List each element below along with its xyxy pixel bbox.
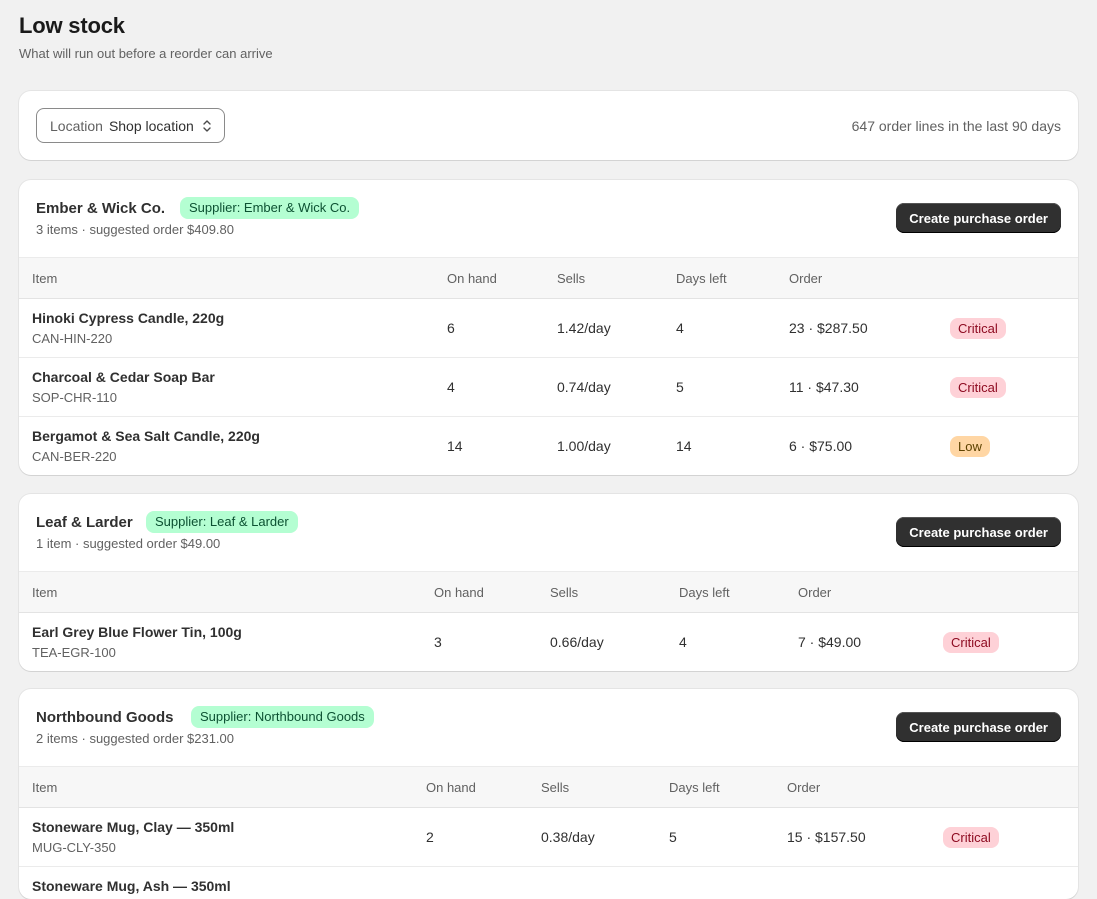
table-row[interactable]: Charcoal & Cedar Soap Bar SOP-CHR-110 4 0… — [19, 358, 1078, 417]
supplier-card-northbound: Northbound Goods Supplier: Northbound Go… — [19, 689, 1078, 899]
supplier-card-leaf-larder: Leaf & Larder Supplier: Leaf & Larder 1 … — [19, 494, 1078, 671]
column-header-on-hand: On hand — [426, 767, 541, 808]
low-stock-table: Item On hand Sells Days left Order Stone… — [19, 766, 1078, 899]
table-header-row: Item On hand Sells Days left Order — [19, 258, 1078, 299]
create-purchase-order-button[interactable]: Create purchase order — [896, 712, 1061, 742]
days-left-value: 4 — [679, 613, 798, 672]
column-header-order: Order — [798, 572, 943, 613]
item-name: Earl Grey Blue Flower Tin, 100g — [32, 624, 434, 640]
column-header-on-hand: On hand — [447, 258, 557, 299]
order-value: 15 · $157.50 — [787, 808, 943, 867]
item-name: Charcoal & Cedar Soap Bar — [32, 369, 447, 385]
table-header-row: Item On hand Sells Days left Order — [19, 572, 1078, 613]
column-header-sells: Sells — [557, 258, 676, 299]
status-badge: Low — [950, 436, 990, 457]
status-badge: Critical — [950, 377, 1006, 398]
item-name: Stoneware Mug, Ash — 350ml — [32, 878, 426, 894]
order-value: 11 · $47.30 — [789, 358, 950, 417]
table-row[interactable]: Bergamot & Sea Salt Candle, 220g CAN-BER-… — [19, 417, 1078, 476]
item-sku: MUG-CLY-350 — [32, 840, 426, 855]
days-left-value: 14 — [676, 417, 789, 476]
on-hand-value: 3 — [434, 613, 550, 672]
supplier-name: Northbound Goods — [36, 709, 173, 726]
low-stock-table: Item On hand Sells Days left Order Hinok… — [19, 257, 1078, 475]
supplier-badge: Supplier: Ember & Wick Co. — [180, 197, 359, 219]
sells-value: 0.66/day — [550, 613, 679, 672]
on-hand-value: 4 — [447, 358, 557, 417]
column-header-sells: Sells — [541, 767, 669, 808]
on-hand-value: 14 — [447, 417, 557, 476]
location-select-label: Location — [50, 118, 103, 134]
item-name: Bergamot & Sea Salt Candle, 220g — [32, 428, 447, 444]
order-value: 23 · $287.50 — [789, 299, 950, 358]
order-value: 7 · $49.00 — [798, 613, 943, 672]
column-header-item: Item — [19, 767, 426, 808]
column-header-days-left: Days left — [676, 258, 789, 299]
item-name: Hinoki Cypress Candle, 220g — [32, 310, 447, 326]
create-purchase-order-button[interactable]: Create purchase order — [896, 203, 1061, 233]
location-select[interactable]: Location Shop location — [36, 108, 225, 143]
column-header-on-hand: On hand — [434, 572, 550, 613]
column-header-order: Order — [789, 258, 950, 299]
column-header-order: Order — [787, 767, 943, 808]
supplier-badge: Supplier: Leaf & Larder — [146, 511, 298, 533]
column-header-days-left: Days left — [679, 572, 798, 613]
column-header-sells: Sells — [550, 572, 679, 613]
supplier-summary: 2 items · suggested order $231.00 — [36, 731, 234, 746]
sells-value: 0.38/day — [541, 808, 669, 867]
column-header-days-left: Days left — [669, 767, 787, 808]
table-row[interactable]: Stoneware Mug, Clay — 350ml MUG-CLY-350 2… — [19, 808, 1078, 867]
page-title: Low stock — [19, 13, 125, 39]
supplier-name: Ember & Wick Co. — [36, 200, 165, 217]
page-subtitle: What will run out before a reorder can a… — [19, 46, 273, 61]
table-row[interactable]: Earl Grey Blue Flower Tin, 100g TEA-EGR-1… — [19, 613, 1078, 672]
order-value: 6 · $75.00 — [789, 417, 950, 476]
table-header-row: Item On hand Sells Days left Order — [19, 767, 1078, 808]
supplier-name: Leaf & Larder — [36, 514, 133, 531]
item-sku: CAN-HIN-220 — [32, 331, 447, 346]
create-purchase-order-button[interactable]: Create purchase order — [896, 517, 1061, 547]
supplier-card-ember-wick: Ember & Wick Co. Supplier: Ember & Wick … — [19, 180, 1078, 475]
filter-card: Location Shop location 647 order lines i… — [19, 91, 1078, 160]
item-name: Stoneware Mug, Clay — 350ml — [32, 819, 426, 835]
low-stock-table: Item On hand Sells Days left Order Earl … — [19, 571, 1078, 671]
location-select-value: Shop location — [109, 118, 194, 134]
item-sku: CAN-BER-220 — [32, 449, 447, 464]
table-row[interactable]: Hinoki Cypress Candle, 220g CAN-HIN-220 6… — [19, 299, 1078, 358]
days-left-value: 5 — [676, 358, 789, 417]
item-sku: SOP-CHR-110 — [32, 390, 447, 405]
status-badge: Critical — [943, 632, 999, 653]
sells-value: 0.74/day — [557, 358, 676, 417]
select-chevron-icon — [202, 118, 212, 134]
days-left-value: 4 — [676, 299, 789, 358]
supplier-summary: 1 item · suggested order $49.00 — [36, 536, 220, 551]
item-sku: TEA-EGR-100 — [32, 645, 434, 660]
on-hand-value: 6 — [447, 299, 557, 358]
column-header-item: Item — [19, 258, 447, 299]
on-hand-value: 2 — [426, 808, 541, 867]
sells-value: 1.00/day — [557, 417, 676, 476]
supplier-summary: 3 items · suggested order $409.80 — [36, 222, 234, 237]
column-header-item: Item — [19, 572, 434, 613]
status-badge: Critical — [950, 318, 1006, 339]
supplier-badge: Supplier: Northbound Goods — [191, 706, 374, 728]
sells-value: 1.42/day — [557, 299, 676, 358]
table-row[interactable]: Stoneware Mug, Ash — 350ml — [19, 867, 1078, 899]
days-left-value: 5 — [669, 808, 787, 867]
status-badge: Critical — [943, 827, 999, 848]
order-lines-count: 647 order lines in the last 90 days — [852, 118, 1061, 134]
